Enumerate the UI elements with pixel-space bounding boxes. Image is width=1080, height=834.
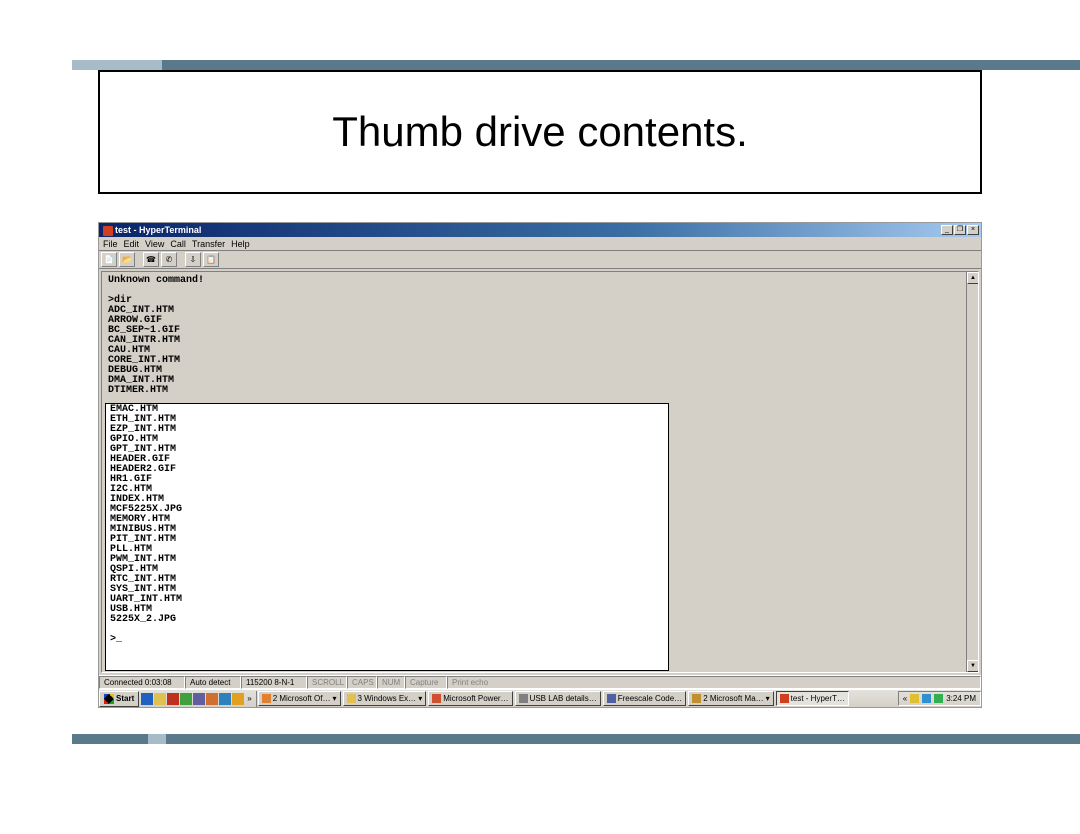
ql-media-icon[interactable] bbox=[180, 693, 192, 705]
tool-connect-icon[interactable]: ☎ bbox=[143, 252, 159, 267]
menu-call[interactable]: Call bbox=[170, 239, 186, 249]
tray-icon-1[interactable] bbox=[910, 694, 919, 703]
folder-icon bbox=[347, 694, 356, 703]
slide-title: Thumb drive contents. bbox=[332, 108, 748, 156]
task-hyperterminal[interactable]: test - HyperT… bbox=[776, 691, 849, 706]
tool-disconnect-icon[interactable]: ✆ bbox=[161, 252, 177, 267]
chevron-down-icon: ▾ bbox=[332, 694, 336, 703]
ql-desktop-icon[interactable] bbox=[154, 693, 166, 705]
chevron-down-icon: ▾ bbox=[418, 694, 422, 703]
app-icon bbox=[692, 694, 701, 703]
menu-help[interactable]: Help bbox=[231, 239, 250, 249]
task-explorer[interactable]: 3 Windows Ex…▾ bbox=[343, 691, 427, 706]
task-label: test - HyperT… bbox=[791, 694, 845, 703]
menu-file[interactable]: File bbox=[103, 239, 118, 249]
app-icon bbox=[607, 694, 616, 703]
status-baud: 115200 8-N-1 bbox=[241, 676, 307, 689]
slide-bottom-bar bbox=[72, 734, 1080, 744]
task-freescale[interactable]: Freescale Code… bbox=[603, 691, 686, 706]
tool-open-icon[interactable]: 📂 bbox=[119, 252, 135, 267]
status-caps: CAPS bbox=[347, 676, 377, 689]
menu-transfer[interactable]: Transfer bbox=[192, 239, 225, 249]
slide-title-box: Thumb drive contents. bbox=[98, 70, 982, 194]
ppt-icon bbox=[432, 694, 441, 703]
tray-icon-2[interactable] bbox=[922, 694, 931, 703]
minimize-button[interactable]: _ bbox=[941, 225, 953, 235]
start-label: Start bbox=[116, 694, 134, 703]
status-printecho: Print echo bbox=[447, 676, 981, 689]
task-label: USB LAB details… bbox=[530, 694, 597, 703]
ql-app2-icon[interactable] bbox=[206, 693, 218, 705]
slide-top-bar bbox=[72, 60, 1080, 70]
status-scroll: SCROLL bbox=[307, 676, 347, 689]
tool-send-icon[interactable]: ⇩ bbox=[185, 252, 201, 267]
ql-app3-icon[interactable] bbox=[219, 693, 231, 705]
doc-icon bbox=[519, 694, 528, 703]
window-title: test - HyperTerminal bbox=[101, 225, 201, 235]
slide-top-accent bbox=[72, 60, 162, 70]
slide-bottom-accent bbox=[148, 734, 166, 744]
maximize-button[interactable]: ❐ bbox=[954, 225, 966, 235]
status-capture: Capture bbox=[405, 676, 447, 689]
terminal-inner[interactable]: Unknown command! >dir ADC_INT.HTM ARROW.… bbox=[101, 271, 979, 673]
chevron-down-icon: ▾ bbox=[766, 694, 770, 703]
scroll-up-icon[interactable]: ▲ bbox=[967, 272, 979, 284]
tool-properties-icon[interactable]: 📋 bbox=[203, 252, 219, 267]
windows-taskbar: Start » 2 Microsoft Of…▾ 3 Windows Ex…▾ … bbox=[99, 689, 981, 707]
ql-ie-icon[interactable] bbox=[141, 693, 153, 705]
hyperterm-icon bbox=[780, 694, 789, 703]
task-msma[interactable]: 2 Microsoft Ma…▾ bbox=[688, 691, 773, 706]
start-button[interactable]: Start bbox=[99, 691, 139, 707]
task-powerpoint[interactable]: Microsoft Power… bbox=[428, 691, 512, 706]
task-usblab[interactable]: USB LAB details… bbox=[515, 691, 601, 706]
tray-expand-icon[interactable]: « bbox=[903, 694, 907, 703]
task-label: Freescale Code… bbox=[618, 694, 682, 703]
toolbar: 📄 📂 ☎ ✆ ⇩ 📋 bbox=[99, 251, 981, 269]
status-connected: Connected 0:03:08 bbox=[99, 676, 185, 689]
window-controls: _ ❐ × bbox=[941, 225, 979, 235]
status-autodetect: Auto detect bbox=[185, 676, 241, 689]
menu-edit[interactable]: Edit bbox=[124, 239, 140, 249]
system-tray: « 3:24 PM bbox=[898, 691, 981, 706]
task-office[interactable]: 2 Microsoft Of…▾ bbox=[258, 691, 341, 706]
word-icon bbox=[262, 694, 271, 703]
taskbar-clock[interactable]: 3:24 PM bbox=[946, 694, 976, 703]
ql-folder-icon[interactable] bbox=[232, 693, 244, 705]
menu-bar: File Edit View Call Transfer Help bbox=[99, 237, 981, 251]
task-label: Microsoft Power… bbox=[443, 694, 508, 703]
ql-outlook-icon[interactable] bbox=[167, 693, 179, 705]
hyperterminal-window: test - HyperTerminal _ ❐ × File Edit Vie… bbox=[98, 222, 982, 708]
task-label: 3 Windows Ex… bbox=[358, 694, 417, 703]
window-titlebar[interactable]: test - HyperTerminal _ ❐ × bbox=[99, 223, 981, 237]
terminal-overlay: EMAC.HTM ETH_INT.HTM EZP_INT.HTM GPIO.HT… bbox=[105, 403, 669, 671]
menu-view[interactable]: View bbox=[145, 239, 164, 249]
quick-launch: » bbox=[139, 691, 256, 707]
ql-app-icon[interactable] bbox=[193, 693, 205, 705]
status-bar: Connected 0:03:08 Auto detect 115200 8-N… bbox=[99, 675, 981, 689]
scroll-down-icon[interactable]: ▼ bbox=[967, 660, 979, 672]
tool-new-icon[interactable]: 📄 bbox=[101, 252, 117, 267]
task-label: 2 Microsoft Ma… bbox=[703, 694, 763, 703]
terminal-area: Unknown command! >dir ADC_INT.HTM ARROW.… bbox=[99, 269, 981, 675]
close-button[interactable]: × bbox=[967, 225, 979, 235]
ql-more-icon[interactable]: » bbox=[245, 694, 253, 703]
status-num: NUM bbox=[377, 676, 405, 689]
task-label: 2 Microsoft Of… bbox=[273, 694, 331, 703]
terminal-scrollbar[interactable]: ▲ ▼ bbox=[966, 272, 978, 672]
tray-icon-3[interactable] bbox=[934, 694, 943, 703]
